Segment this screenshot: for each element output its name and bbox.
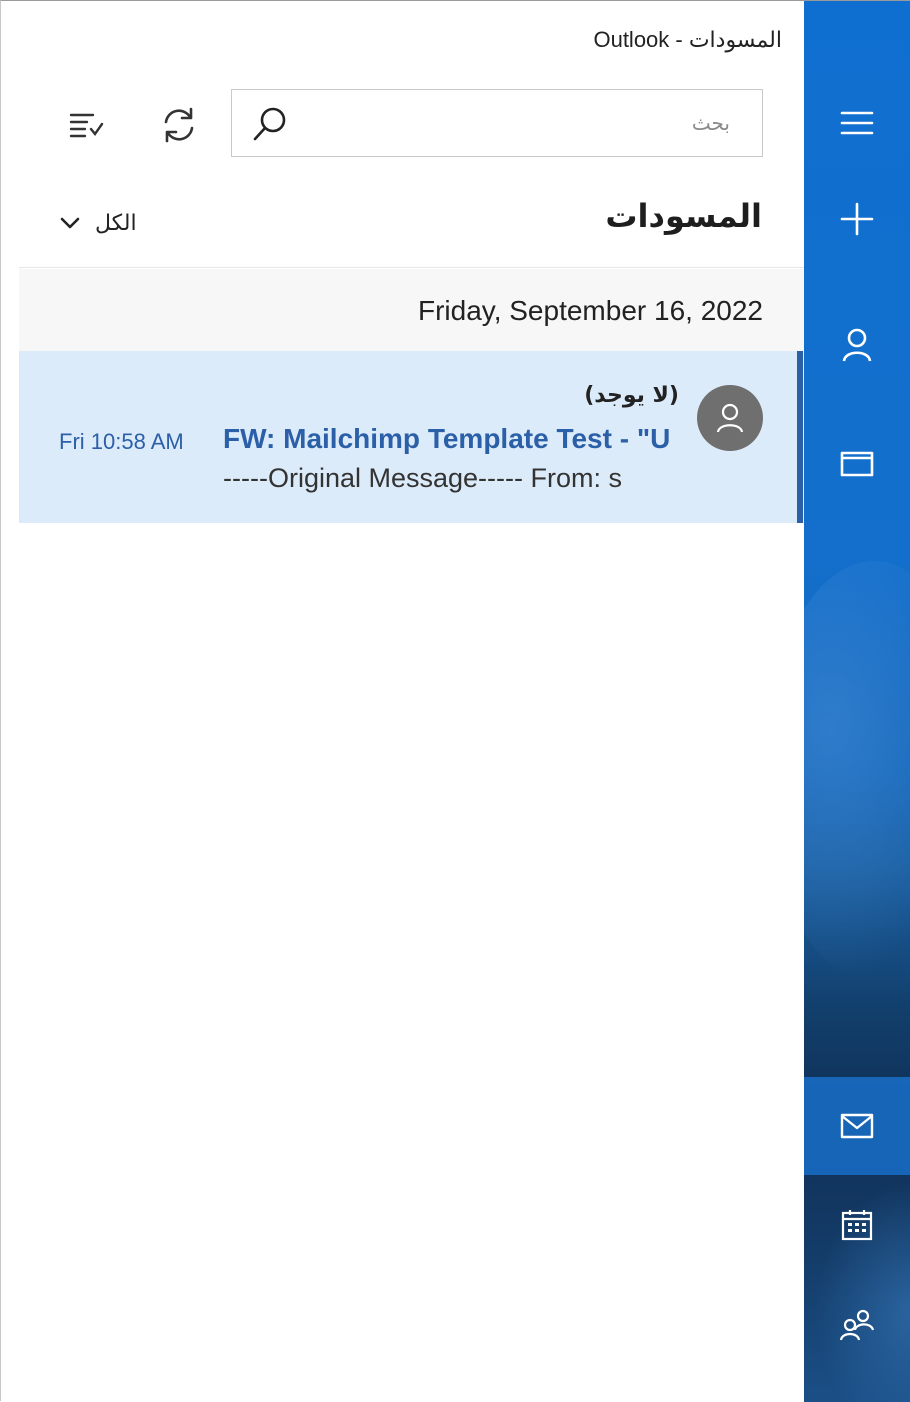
rail-background-decoration <box>804 561 910 981</box>
message-preview: -----Original Message----- From: s <box>223 463 623 493</box>
date-group-header: Friday, September 16, 2022 <box>19 269 805 351</box>
person-icon <box>842 328 872 362</box>
avatar <box>697 385 763 451</box>
message-list-item[interactable]: (لا يوجد) Fri 10:58 AM FW: Mailchimp Tem… <box>19 351 805 523</box>
date-group-label: Friday, September 16, 2022 <box>417 295 763 326</box>
message-time: Fri 10:58 AM <box>59 429 184 454</box>
header-divider <box>19 267 805 268</box>
search-box <box>231 89 763 157</box>
folder-icon <box>840 451 874 477</box>
hamburger-icon <box>840 111 874 135</box>
selection-indicator <box>797 351 803 523</box>
select-mode-icon <box>69 113 104 138</box>
chevron-down-icon <box>60 217 80 229</box>
search-icon <box>253 107 286 141</box>
rail-accounts-button[interactable] <box>804 305 910 385</box>
person-icon <box>716 403 744 433</box>
sync-icon <box>164 107 194 143</box>
outlook-window: المسودات - Outlook بحث المسودات الكل Fri… <box>0 0 910 1402</box>
people-icon <box>839 1309 875 1341</box>
filter-dropdown[interactable]: الكل <box>59 201 137 245</box>
window-title: المسودات - Outlook <box>593 27 782 52</box>
mail-icon <box>840 1113 874 1139</box>
rail-people-button[interactable] <box>804 1285 910 1365</box>
message-sender: (لا يوجد) <box>584 383 679 408</box>
navigation-rail <box>804 1 910 1402</box>
sync-button[interactable] <box>151 97 207 153</box>
rail-new-mail-button[interactable] <box>804 179 910 259</box>
search-input[interactable] <box>302 90 742 156</box>
filter-label: الكل <box>95 210 137 236</box>
rail-calendar-button[interactable] <box>804 1185 910 1265</box>
search-button[interactable] <box>250 104 290 144</box>
select-mode-button[interactable] <box>57 97 113 153</box>
rail-folders-button[interactable] <box>804 423 910 503</box>
message-subject: FW: Mailchimp Template Test - "U <box>223 423 671 454</box>
rail-menu-button[interactable] <box>804 83 910 163</box>
calendar-icon <box>841 1210 873 1241</box>
plus-icon <box>840 202 874 236</box>
folder-title: المسودات <box>605 197 762 235</box>
rail-mail-button[interactable] <box>804 1077 910 1175</box>
